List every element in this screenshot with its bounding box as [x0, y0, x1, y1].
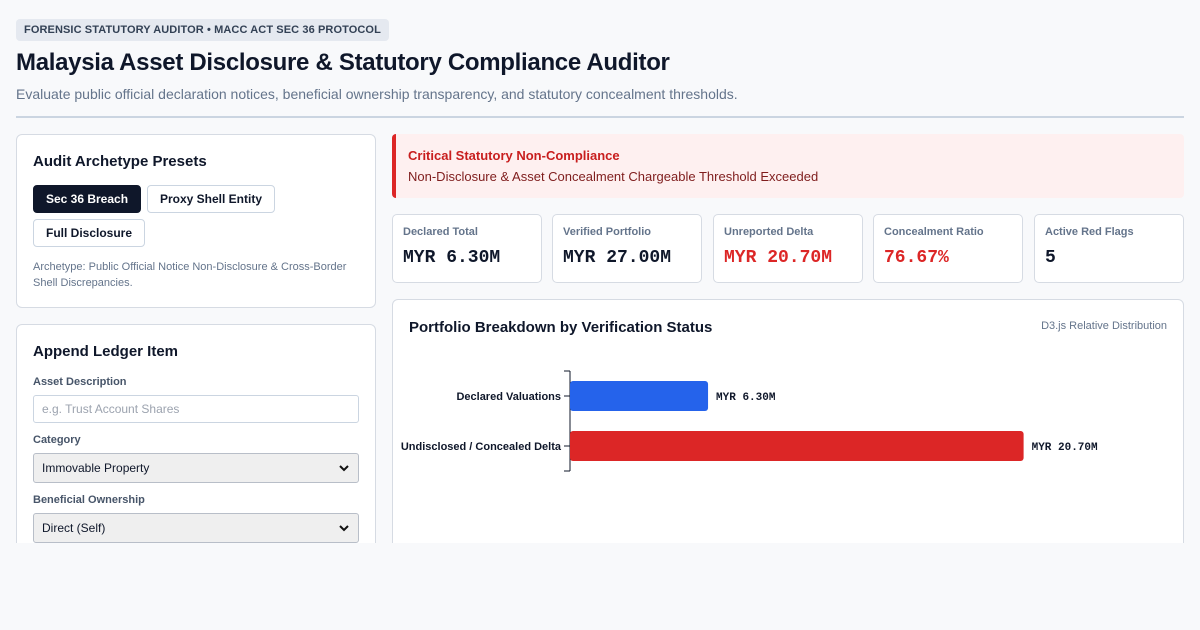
presets-card-title: Audit Archetype Presets: [33, 153, 207, 170]
protocol-badge: FORENSIC STATUTORY AUDITOR • MACC ACT SE…: [16, 19, 389, 41]
alert-text: Non-Disclosure & Asset Concealment Charg…: [408, 169, 819, 184]
bar-declared: [570, 381, 709, 411]
metric-label: Concealment Ratio: [884, 226, 984, 238]
preset-full-disclosure-button[interactable]: Full Disclosure: [33, 219, 145, 247]
chevron-down-icon: [339, 525, 349, 532]
metric-value: MYR 27.00M: [563, 248, 672, 268]
category-label: Undisclosed / Concealed Delta: [401, 441, 562, 453]
page-subtitle: Evaluate public official declaration not…: [16, 86, 738, 102]
metric-label: Verified Portfolio: [563, 226, 652, 238]
metric-value: MYR 20.70M: [724, 248, 833, 268]
category-label: Category: [33, 434, 81, 446]
bar-concealed: [570, 431, 1024, 461]
category-label: Declared Valuations: [456, 391, 561, 403]
metric-label: Unreported Delta: [724, 226, 814, 238]
beneficial-ownership-select[interactable]: Direct (Self): [33, 513, 359, 543]
audit-presets-card: Audit Archetype Presets Sec 36 Breach Pr…: [16, 134, 376, 308]
ledger-card-title: Append Ledger Item: [33, 343, 179, 360]
archetype-note: Archetype: Public Official Notice Non-Di…: [33, 261, 347, 289]
category-select-value: Immovable Property: [42, 461, 150, 475]
page-title: Malaysia Asset Disclosure & Statutory Co…: [16, 49, 670, 76]
preset-proxy-shell-entity-button[interactable]: Proxy Shell Entity: [147, 185, 275, 213]
portfolio-bar-chart: Declared Valuations MYR 6.30M Undisclosed …: [401, 370, 1098, 472]
compliance-alert: Critical Statutory Non-Compliance Non-Di…: [392, 134, 1184, 198]
header-divider: [16, 116, 1184, 118]
metric-unreported-delta: Unreported Delta MYR 20.70M: [713, 214, 863, 283]
category-select[interactable]: Immovable Property: [33, 453, 359, 483]
metric-concealment-ratio: Concealment Ratio 76.67%: [873, 214, 1023, 283]
append-ledger-card: Append Ledger Item Asset Description Cat…: [16, 324, 376, 543]
portfolio-chart-card: Portfolio Breakdown by Verification Stat…: [392, 299, 1184, 543]
ownership-select-value: Direct (Self): [42, 521, 106, 535]
metric-label: Active Red Flags: [1045, 226, 1134, 238]
alert-title: Critical Statutory Non-Compliance: [408, 148, 620, 163]
metric-value: 5: [1045, 248, 1056, 268]
metric-verified-portfolio: Verified Portfolio MYR 27.00M: [552, 214, 702, 283]
asset-description-label: Asset Description: [33, 376, 127, 388]
preset-sec36-breach-button[interactable]: Sec 36 Breach: [33, 185, 141, 213]
metric-active-red-flags: Active Red Flags 5: [1034, 214, 1184, 283]
bar-value-label: MYR 20.70M: [1032, 442, 1098, 454]
metric-value: MYR 6.30M: [403, 248, 501, 268]
bar-value-label: MYR 6.30M: [716, 392, 776, 404]
metric-declared-total: Declared Total MYR 6.30M: [392, 214, 542, 283]
beneficial-ownership-label: Beneficial Ownership: [33, 494, 145, 506]
app-viewport: FORENSIC STATUTORY AUDITOR • MACC ACT SE…: [0, 0, 1200, 543]
asset-description-input[interactable]: [33, 395, 359, 423]
metric-value: 76.67%: [884, 248, 949, 268]
chevron-down-icon: [339, 465, 349, 472]
metric-label: Declared Total: [403, 226, 478, 238]
